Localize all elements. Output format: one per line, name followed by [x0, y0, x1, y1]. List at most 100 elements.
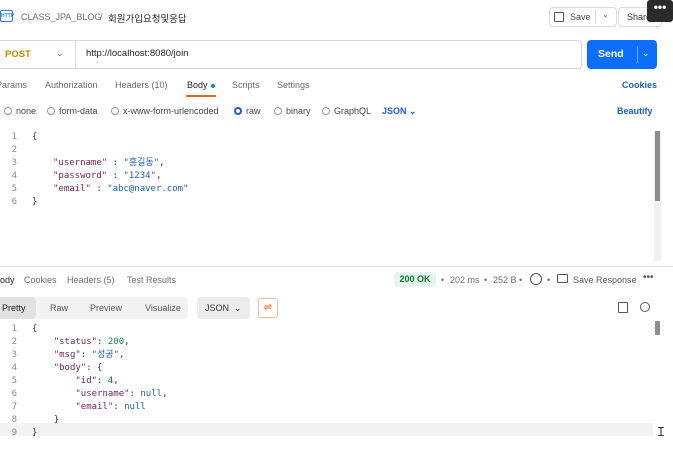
breadcrumb-collection[interactable]: CLASS_JPA_BLOG: [21, 12, 101, 22]
response-tab-test-results[interactable]: Test Results: [127, 275, 176, 285]
json-key: "status": [53, 337, 98, 347]
response-body-viewer[interactable]: 1{ 2 "status": 200, 3 "msg": "성공", 4 "bo…: [0, 323, 168, 440]
method-selector[interactable]: POST: [5, 49, 31, 60]
chevron-down-icon[interactable]: ⌄: [56, 48, 64, 59]
json-punct: ,: [155, 171, 162, 181]
code-line: 4 "password" : "1234",: [0, 170, 188, 183]
save-response-button[interactable]: Save Response: [573, 275, 637, 285]
chevron-down-icon[interactable]: ⌄: [602, 10, 609, 19]
send-button[interactable]: Send ⌄: [587, 40, 657, 69]
tab-body[interactable]: Body: [187, 80, 215, 90]
tab-settings[interactable]: Settings: [277, 80, 310, 90]
json-separator: :: [97, 376, 108, 386]
beautify-button[interactable]: Beautify: [617, 106, 653, 116]
radio-none[interactable]: none: [4, 106, 36, 116]
json-punct: ,: [113, 376, 119, 386]
json-value: {: [97, 363, 103, 373]
json-separator: :: [80, 350, 92, 360]
line-number: 1: [11, 132, 17, 142]
json-value: "성공": [91, 350, 120, 360]
tab-params[interactable]: Params: [0, 80, 27, 90]
json-value: "1234": [123, 171, 156, 181]
radio-urlencoded[interactable]: x-www-form-urlencoded: [111, 106, 219, 116]
view-tab-visualize[interactable]: Visualize: [145, 303, 181, 313]
code-line: 3 "username" : "홍길동",: [0, 157, 188, 170]
body-format-label: JSON: [382, 106, 407, 116]
json-key: "username": [75, 389, 130, 399]
radio-label: none: [16, 106, 37, 116]
radio-circle-icon: [274, 107, 282, 115]
radio-raw[interactable]: raw: [234, 106, 261, 116]
response-tab-cookies[interactable]: Cookies: [24, 275, 57, 285]
code-line: 3 "msg": "성공",: [0, 349, 168, 362]
send-split-divider: [637, 46, 638, 63]
line-number: 2: [11, 145, 17, 155]
line-number: 3: [11, 158, 17, 168]
meta-dot: •: [519, 275, 523, 285]
breadcrumb-request-name[interactable]: 회원가입요청및응답: [108, 11, 187, 25]
json-separator: :: [86, 363, 98, 373]
meta-dot: •: [441, 275, 445, 285]
wrap-lines-icon[interactable]: ⇌: [258, 298, 278, 318]
view-tab-raw[interactable]: Raw: [50, 303, 68, 313]
code-text: }: [32, 197, 38, 207]
json-punct: ,: [159, 158, 165, 168]
line-number: 7: [11, 402, 17, 412]
radio-label: form-data: [59, 106, 98, 116]
radio-label: GraphQL: [334, 106, 372, 116]
radio-binary[interactable]: binary: [274, 106, 311, 116]
view-tab-preview[interactable]: Preview: [90, 303, 122, 313]
network-globe-icon[interactable]: [530, 273, 542, 285]
tab-authorization[interactable]: Authorization: [45, 80, 98, 90]
code-text: {: [32, 324, 38, 334]
json-value: null: [140, 389, 163, 399]
response-tab-body[interactable]: Body: [0, 275, 15, 285]
line-number: 4: [11, 171, 17, 181]
copy-icon[interactable]: [618, 302, 628, 313]
radio-form-data[interactable]: form-data: [47, 106, 98, 116]
json-separator: :: [113, 402, 125, 412]
line-number: 2: [11, 337, 17, 347]
response-format-label: JSON: [205, 303, 230, 313]
active-tab-indicator: [186, 95, 216, 97]
chevron-down-icon[interactable]: ⌄: [642, 48, 650, 59]
tab-scripts[interactable]: Scripts: [232, 80, 260, 90]
json-value: "abc@naver.com": [107, 184, 189, 194]
json-key: "id": [75, 376, 98, 386]
scrollbar-thumb[interactable]: [655, 131, 660, 201]
radio-label: binary: [286, 106, 311, 116]
pane-divider[interactable]: [0, 266, 673, 267]
code-line: 2: [0, 144, 188, 157]
json-punct: ,: [162, 389, 168, 399]
tab-headers[interactable]: Headers (10): [115, 80, 168, 90]
radio-graphql[interactable]: GraphQL: [322, 106, 371, 116]
json-key: "email": [53, 184, 91, 194]
radio-circle-icon: [322, 107, 330, 115]
json-separator: :: [97, 337, 108, 347]
line-number: 9: [11, 428, 17, 438]
request-body-editor[interactable]: 1{ 2 3 "username" : "홍길동", 4 "password" : …: [0, 131, 189, 209]
body-format-select[interactable]: JSON ⌄: [382, 106, 417, 117]
cookies-link[interactable]: Cookies: [622, 80, 657, 90]
response-scrollbar-thumb[interactable]: [655, 321, 660, 335]
response-tab-headers[interactable]: Headers (5): [67, 275, 115, 285]
save-split-divider: [595, 10, 596, 24]
json-key: "username": [53, 158, 108, 168]
search-icon[interactable]: [640, 302, 650, 312]
json-key: "body": [53, 363, 87, 373]
save-button[interactable]: Save ⌄: [549, 7, 617, 27]
chevron-down-icon: ⌄: [234, 303, 242, 313]
request-scrollbar[interactable]: [654, 131, 661, 261]
line-number: 6: [11, 389, 17, 399]
view-tab-pretty[interactable]: Pretty: [2, 303, 26, 313]
url-input[interactable]: http://localhost:8080/join: [86, 48, 188, 59]
more-options-button[interactable]: •••: [647, 0, 673, 22]
response-more-button[interactable]: •••: [643, 272, 654, 283]
code-line: 2 "status": 200,: [0, 336, 168, 349]
response-format-select[interactable]: JSON ⌄: [197, 297, 250, 319]
